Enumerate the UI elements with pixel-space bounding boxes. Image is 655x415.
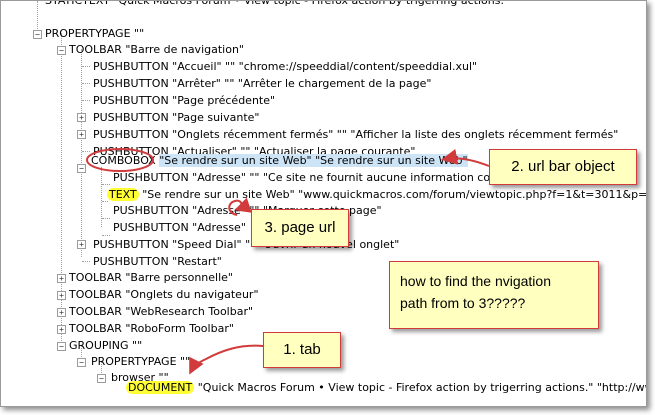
tree-line xyxy=(82,261,90,262)
callout-page-url-text: 3. page url xyxy=(264,219,336,236)
callout-tab-text: 1. tab xyxy=(283,341,321,358)
callout-question-line2: path from to 3????? xyxy=(400,295,526,311)
expand-icon[interactable]: + xyxy=(57,274,66,283)
callout-tab: 1. tab xyxy=(263,332,341,368)
tree-item-pushbutton-onglets[interactable]: PUSHBUTTON "Onglets récemment fermés" ""… xyxy=(93,126,618,143)
arrow-tab xyxy=(189,344,264,375)
tree-item-document[interactable]: DOCUMENT "Quick Macros Forum • View topi… xyxy=(126,379,647,396)
callout-page-url: 3. page url xyxy=(251,209,349,247)
tree-item-pushbutton-restart[interactable]: PUSHBUTTON "Restart" xyxy=(93,253,222,270)
tree-item-pushbutton-page-suivante[interactable]: PUSHBUTTON "Page suivante" xyxy=(93,109,259,126)
tree-item-toolbar-personnelle[interactable]: TOOLBAR "Barre personnelle" xyxy=(69,269,233,286)
callout-url-bar-object: 2. url bar object xyxy=(489,149,637,185)
tree-item-pushbutton-speed-dial[interactable]: PUSHBUTTON "Speed Dial" "" "Ouvrir un no… xyxy=(93,236,399,253)
accessible-object-tree-screenshot: STATICTEXT "Quick Macros Forum • View to… xyxy=(0,0,647,407)
tree-line xyxy=(102,218,110,219)
tree-item-pushbutton-adresse-3[interactable]: PUSHBUTTON "Adresse" xyxy=(113,219,246,236)
tree-item-toolbar-webresearch[interactable]: TOOLBAR "WebResearch Toolbar" xyxy=(69,303,253,320)
tree-item-combobox[interactable]: COMBOBOX "Se rendre sur un site Web" "Se… xyxy=(91,152,468,169)
tree-item-propertypage-2[interactable]: PROPERTYPAGE "" xyxy=(91,353,190,370)
tree-line xyxy=(82,151,90,152)
expand-icon[interactable]: + xyxy=(57,325,66,334)
combobox-type-label: COMBOBOX xyxy=(91,154,156,167)
expand-icon[interactable]: + xyxy=(57,308,66,317)
collapse-icon[interactable]: − xyxy=(57,46,66,55)
tree-item-toolbar-navigation[interactable]: TOOLBAR "Barre de navigation" xyxy=(69,41,244,58)
tree-item-statictext[interactable]: STATICTEXT "Quick Macros Forum • View to… xyxy=(45,1,509,9)
tree-line xyxy=(82,66,90,67)
collapse-icon[interactable]: − xyxy=(97,374,106,383)
tree-line xyxy=(82,100,90,101)
collapse-icon[interactable]: − xyxy=(57,342,66,351)
collapse-icon[interactable]: − xyxy=(33,30,42,39)
tree-item-text[interactable]: TEXT "Se rendre sur un site Web" "www.qu… xyxy=(107,186,647,203)
tree-line xyxy=(82,83,90,84)
text-url-value: "Se rendre sur un site Web" "www.quickma… xyxy=(142,188,647,201)
callout-url-bar-text: 2. url bar object xyxy=(511,158,615,175)
expand-icon[interactable]: + xyxy=(77,240,86,249)
text-type-highlight: TEXT xyxy=(107,188,139,201)
callout-question-line1: how to find the nvigation xyxy=(400,273,551,289)
tree-line xyxy=(102,184,110,185)
expand-icon[interactable]: + xyxy=(77,130,86,139)
combobox-value-selected: "Se rendre sur un site Web" "Se rendre s… xyxy=(159,154,468,167)
tree-item-grouping[interactable]: GROUPING "" xyxy=(69,337,142,354)
tree-item-pushbutton-page-precedente[interactable]: PUSHBUTTON "Page précédente" xyxy=(93,92,275,109)
tree-item-propertypage[interactable]: PROPERTYPAGE "" xyxy=(45,25,144,42)
document-title-value: "Quick Macros Forum • View topic - Firef… xyxy=(197,381,647,394)
callout-question: how to find the nvigation path from to 3… xyxy=(389,261,599,329)
tree-line xyxy=(37,1,38,33)
collapse-icon[interactable]: − xyxy=(77,358,86,367)
document-type-highlight: DOCUMENT xyxy=(126,381,195,394)
tree-item-toolbar-onglets[interactable]: TOOLBAR "Onglets du navigateur" xyxy=(69,286,259,303)
expand-icon[interactable]: + xyxy=(77,113,86,122)
tree-item-toolbar-roboform[interactable]: TOOLBAR "RoboForm Toolbar" xyxy=(69,320,234,337)
tree-line xyxy=(81,49,82,257)
collapse-icon[interactable]: − xyxy=(77,164,86,173)
tree-item-pushbutton-adresse[interactable]: PUSHBUTTON "Adresse" "" "Ce site ne four… xyxy=(113,169,539,186)
expand-icon[interactable]: + xyxy=(57,291,66,300)
tree-item-pushbutton-accueil[interactable]: PUSHBUTTON "Accueil" "" "chrome://speedd… xyxy=(93,58,477,75)
tree-item-pushbutton-arreter[interactable]: PUSHBUTTON "Arrêter" "" "Arrêter le char… xyxy=(93,75,431,92)
